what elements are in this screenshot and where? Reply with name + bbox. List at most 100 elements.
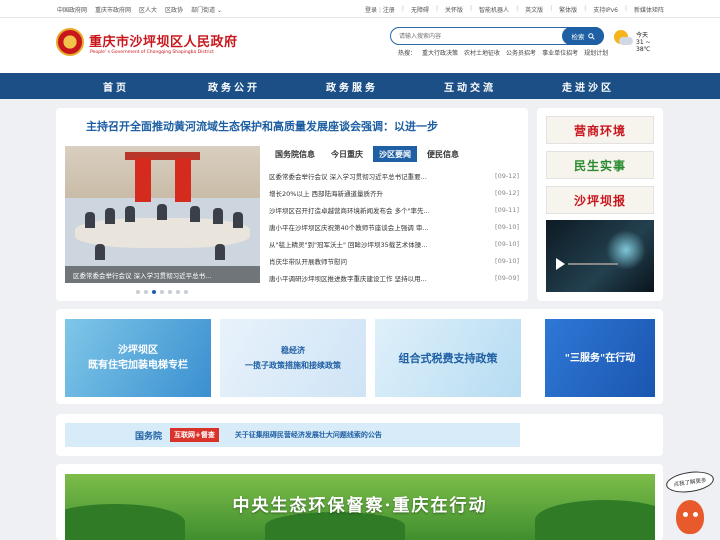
weather-temp: 31 ~ 38℃: [636, 39, 651, 53]
tab-district-news[interactable]: 沙区要闻: [373, 146, 417, 162]
eco-card: 中央生态环保督察·重庆在行动: [56, 464, 663, 540]
news-date: [09-11]: [495, 205, 519, 214]
carousel-dot-active[interactable]: [152, 290, 156, 294]
banner-text: 稳经济 一揽子政策措施和接续政策: [245, 346, 341, 370]
news-date: [09-10]: [495, 256, 519, 265]
site-title[interactable]: 重庆市沙坪坝区人民政府: [89, 31, 238, 50]
news-title: 沙坪坝区召开打造卓越营商环境新闻发布会 多个"率先...: [269, 206, 430, 215]
traditional-link[interactable]: 繁体版: [559, 5, 577, 14]
link-district-npc[interactable]: 区人大: [139, 5, 157, 14]
supervision-notice[interactable]: 国务院 互联网+督查 关于征集阻碍民营经济发展壮大问题线索的公告: [65, 423, 520, 447]
link-gov-cn[interactable]: 中国政府网: [57, 5, 87, 14]
news-title: 肖庆华带队开展教师节慰问: [269, 257, 347, 266]
flag-icon: [135, 158, 151, 202]
carousel-dot[interactable]: [176, 290, 180, 294]
media-matrix-link[interactable]: 新媒体矩阵: [634, 5, 664, 14]
notice-tag: 互联网+督查: [170, 428, 219, 442]
nav-interaction[interactable]: 互动交流: [411, 73, 529, 99]
nav-home[interactable]: 首页: [57, 73, 175, 99]
accessibility-link[interactable]: 无障碍: [411, 5, 429, 14]
headline-news[interactable]: 主持召开全面推动黄河流域生态保护和高质量发展座谈会强调：以进一步: [86, 118, 502, 134]
play-icon[interactable]: [556, 258, 565, 270]
video-player[interactable]: [546, 220, 654, 292]
eco-banner[interactable]: 中央生态环保督察·重庆在行动: [65, 474, 655, 540]
news-list: 区委常委会举行会议 深入学习贯彻习近平总书记重要... [09-12] 增长20%…: [269, 167, 519, 286]
tab-public-info[interactable]: 便民信息: [421, 146, 465, 162]
care-mode-link[interactable]: 关怀版: [445, 5, 463, 14]
carousel-dots: [136, 290, 188, 294]
news-item[interactable]: 肖庆华带队开展教师节慰问 [09-10]: [269, 252, 519, 269]
hot-searches: 热搜： 重大行政决策 农村土地征收 公务员招考 事业单位招考 规划计划: [398, 48, 608, 57]
stable-economy-banner[interactable]: 稳经济 一揽子政策措施和接续政策: [220, 319, 366, 397]
elevator-banner[interactable]: 沙坪坝区 既有住宅加装电梯专栏: [65, 319, 211, 397]
news-card: 主持召开全面推动黄河流域生态保护和高质量发展座谈会强调：以进一步 区委常委会举行…: [56, 108, 528, 301]
carousel-dot[interactable]: [168, 290, 172, 294]
cloud-icon: [619, 37, 633, 45]
nav-gov-services[interactable]: 政务服务: [293, 73, 411, 99]
news-item[interactable]: 区委常委会举行会议 深入学习贯彻习近平总书记重要... [09-12]: [269, 167, 519, 184]
mascot-icon: [676, 500, 704, 534]
hot-term[interactable]: 重大行政决策: [422, 48, 458, 57]
link-cq-gov[interactable]: 重庆市政府网: [95, 5, 131, 14]
hot-term[interactable]: 规划计划: [584, 48, 608, 57]
weather-day: 今天: [636, 32, 649, 39]
news-photo-carousel[interactable]: 区委常委会举行会议 深入学习贯彻习近平总书...: [65, 146, 260, 283]
top-links-right: 登录 | 注册 | 无障碍 | 关怀版 | 智能机器人 | 英文版 | 繁体版 …: [365, 5, 664, 14]
news-title: 从"毯上精灵"到"冠军沃土" 回眸沙坪坝35载艺术体操...: [269, 240, 428, 249]
side-panel: 营商环境 民生实事 沙坪坝报: [537, 108, 663, 301]
news-date: [09-09]: [495, 273, 519, 282]
notice-text: 关于征集阻碍民营经济发展壮大问题线索的公告: [234, 431, 382, 439]
three-services-banner[interactable]: "三服务"在行动: [545, 319, 655, 397]
news-item[interactable]: 从"毯上精灵"到"冠军沃土" 回眸沙坪坝35载艺术体操... [09-10]: [269, 235, 519, 252]
search-button[interactable]: 检索: [562, 27, 604, 45]
site-subtitle: People' s Government of Chongqing Shapin…: [90, 50, 214, 55]
carousel-dot[interactable]: [136, 290, 140, 294]
news-item[interactable]: 沙坪坝区召开打造卓越营商环境新闻发布会 多个"率先... [09-11]: [269, 201, 519, 218]
english-link[interactable]: 英文版: [525, 5, 543, 14]
eco-slogan: 中央生态环保督察·重庆在行动: [232, 496, 488, 516]
login-link[interactable]: 登录: [365, 7, 377, 14]
robot-link[interactable]: 智能机器人: [479, 5, 509, 14]
nav-gov-affairs[interactable]: 政务公开: [175, 73, 293, 99]
banner-text: 沙坪坝区 既有住宅加装电梯专栏: [88, 345, 188, 371]
link-district-cppcc[interactable]: 区政协: [165, 5, 183, 14]
top-links-left: 中国政府网 重庆市政府网 区人大 区政协 部门街道 ⌄: [57, 5, 222, 14]
news-tabs: 国务院信息 今日重庆 沙区要闻 便民信息: [269, 146, 469, 162]
carousel-dot[interactable]: [144, 290, 148, 294]
hot-term[interactable]: 公务员招考: [506, 48, 536, 57]
news-title: 区委常委会举行会议 深入学习贯彻习近平总书记重要...: [269, 172, 427, 181]
news-date: [09-12]: [495, 188, 519, 197]
carousel-dot[interactable]: [160, 290, 164, 294]
photo-caption[interactable]: 区委常委会举行会议 深入学习贯彻习近平总书...: [65, 266, 260, 283]
news-date: [09-12]: [495, 171, 519, 180]
search-icon: [587, 32, 595, 40]
news-item[interactable]: 唐小平调研沙坪坝区推进数字重庆建设工作 坚持以用... [09-09]: [269, 269, 519, 286]
news-date: [09-10]: [495, 222, 519, 231]
district-paper-button[interactable]: 沙坪坝报: [546, 186, 654, 214]
search-input[interactable]: [399, 30, 559, 43]
flag-icon: [175, 158, 191, 202]
business-env-button[interactable]: 营商环境: [546, 116, 654, 144]
video-progress-bar[interactable]: [568, 263, 618, 265]
hot-label: 热搜：: [398, 50, 417, 57]
news-item[interactable]: 唐小平在沙坪坝区庆祝第40个教师节座谈会上强调 审... [09-10]: [269, 218, 519, 235]
tax-policy-banner[interactable]: 组合式税费支持政策: [375, 319, 521, 397]
livelihood-button[interactable]: 民生实事: [546, 151, 654, 179]
main-nav: 首页 政务公开 政务服务 互动交流 走进沙区: [0, 73, 720, 99]
mascot-bubble: 点我了解更多: [664, 468, 716, 496]
banner-text: "三服务"在行动: [564, 352, 636, 364]
ipv6-link[interactable]: 支持IPv6: [593, 5, 618, 14]
news-title: 唐小平在沙坪坝区庆祝第40个教师节座谈会上强调 审...: [269, 223, 429, 232]
news-item[interactable]: 增长20%以上 西部陆海新通道量质齐升 [09-12]: [269, 184, 519, 201]
tab-state-council[interactable]: 国务院信息: [269, 146, 321, 162]
mascot-widget[interactable]: 点我了解更多: [664, 466, 716, 538]
link-departments[interactable]: 部门街道 ⌄: [191, 5, 222, 14]
register-link[interactable]: 注册: [383, 7, 395, 14]
notice-card: 国务院 互联网+督查 关于征集阻碍民营经济发展壮大问题线索的公告: [56, 414, 663, 456]
nav-about-district[interactable]: 走进沙区: [529, 73, 647, 99]
hot-term[interactable]: 事业单位招考: [542, 48, 578, 57]
hot-term[interactable]: 农村土地征收: [464, 48, 500, 57]
carousel-dot[interactable]: [184, 290, 188, 294]
news-title: 增长20%以上 西部陆海新通道量质齐升: [269, 189, 384, 198]
tab-today-chongqing[interactable]: 今日重庆: [325, 146, 369, 162]
